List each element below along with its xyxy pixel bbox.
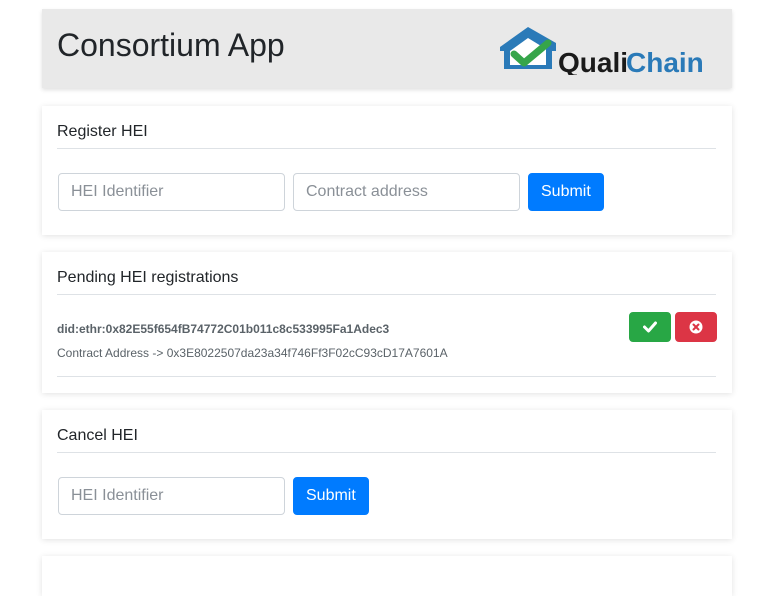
approve-button[interactable] — [629, 312, 671, 342]
divider — [57, 376, 716, 377]
pending-registrations-card: Pending HEI registrations did:ethr:0x82E… — [42, 252, 732, 393]
contract-address-input[interactable] — [293, 173, 520, 211]
qualichain-logo-icon: Quali Chain — [500, 27, 704, 78]
cancel-hei-card: Cancel HEI Submit — [42, 410, 732, 539]
cancel-hei-identifier-input[interactable] — [58, 477, 285, 515]
qualichain-logo: Quali Chain — [500, 25, 704, 78]
cancel-submit-button[interactable]: Submit — [293, 477, 369, 515]
check-icon — [643, 321, 657, 333]
next-card — [42, 556, 732, 596]
page-title: Consortium App — [57, 27, 285, 63]
reject-button[interactable] — [675, 312, 717, 342]
register-submit-button[interactable]: Submit — [528, 173, 604, 211]
hei-identifier-input[interactable] — [58, 173, 285, 211]
contract-address-text: Contract Address -> 0x3E8022507da23a34f7… — [57, 346, 448, 360]
register-hei-card: Register HEI Submit — [42, 106, 732, 235]
pending-registrations-title: Pending HEI registrations — [57, 269, 239, 286]
divider — [57, 148, 716, 149]
hei-did: did:ethr:0x82E55f654fB74772C01b011c8c533… — [57, 322, 390, 336]
divider — [57, 452, 716, 453]
svg-text:Chain: Chain — [626, 47, 702, 75]
svg-text:Quali: Quali — [558, 47, 628, 75]
register-hei-title: Register HEI — [57, 123, 148, 140]
cancel-hei-title: Cancel HEI — [57, 427, 138, 444]
divider — [57, 294, 716, 295]
app-header: Consortium App Quali Chain — [42, 9, 732, 88]
times-circle-icon — [689, 320, 703, 334]
